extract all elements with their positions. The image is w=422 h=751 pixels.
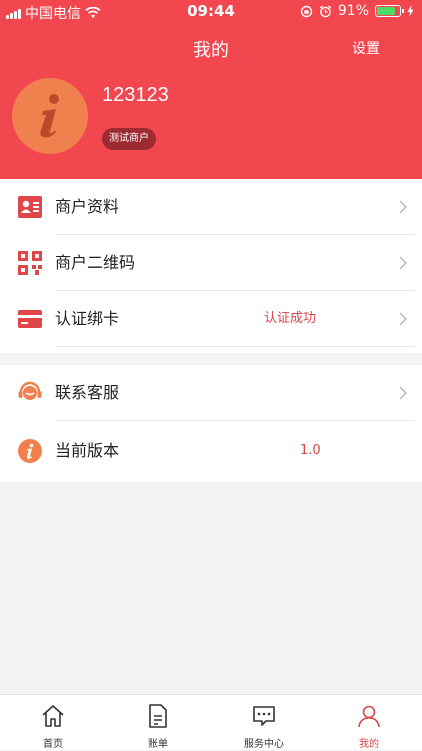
divider <box>55 346 415 347</box>
profile-header: 我的 设置 123123 测试商户 <box>0 24 422 179</box>
menu-label: 联系客服 <box>55 383 120 402</box>
menu-item-qr-code[interactable]: 商户二维码 <box>0 235 422 291</box>
battery-percent: 91% <box>337 3 369 19</box>
merchant-menu: 商户资料 商户二维码 认证绑卡 认证成功 <box>0 179 422 353</box>
chevron-right-icon <box>399 386 407 400</box>
menu-label: 商户二维码 <box>55 253 136 272</box>
username: 123123 <box>102 84 169 106</box>
bank-card-icon <box>18 310 42 328</box>
tab-label: 账单 <box>148 739 168 750</box>
tab-bill[interactable]: 账单 <box>123 695 193 751</box>
menu-label: 认证绑卡 <box>55 309 120 328</box>
chevron-right-icon <box>399 256 407 270</box>
avatar[interactable] <box>12 78 88 154</box>
tab-label: 服务中心 <box>244 739 284 750</box>
chevron-right-icon <box>399 312 407 326</box>
settings-button[interactable]: 设置 <box>352 38 380 58</box>
menu-item-bank-card[interactable]: 认证绑卡 认证成功 <box>0 291 422 347</box>
status-bar: 中国电信 09:44 91% <box>0 0 422 24</box>
chat-icon <box>253 706 275 726</box>
merchant-badge: 测试商户 <box>102 128 156 150</box>
tab-bar: 首页 账单 服务中心 我的 <box>0 694 422 750</box>
person-icon <box>358 705 380 728</box>
customer-service-icon <box>18 381 42 400</box>
info-icon <box>40 94 59 138</box>
tab-home[interactable]: 首页 <box>18 695 88 751</box>
divider <box>55 420 415 421</box>
tab-label: 首页 <box>43 739 63 750</box>
charging-icon <box>407 5 414 17</box>
tab-service-center[interactable]: 服务中心 <box>229 695 299 751</box>
status-right: 91% <box>300 3 414 19</box>
support-menu: 联系客服 当前版本 1.0 <box>0 365 422 482</box>
menu-item-version[interactable]: 当前版本 1.0 <box>0 423 422 479</box>
merchant-profile-icon <box>18 196 42 218</box>
battery-fill <box>377 7 396 15</box>
tab-label: 我的 <box>359 739 379 750</box>
bill-icon <box>149 704 167 728</box>
info-icon <box>18 439 42 463</box>
qr-code-icon <box>18 251 42 275</box>
menu-label: 当前版本 <box>55 441 120 460</box>
tab-mine[interactable]: 我的 <box>334 695 404 751</box>
menu-label: 商户资料 <box>55 197 120 216</box>
menu-item-merchant-profile[interactable]: 商户资料 <box>0 179 422 235</box>
alarm-icon <box>319 4 332 17</box>
battery-icon <box>375 5 404 17</box>
chevron-right-icon <box>399 200 407 214</box>
version-value: 1.0 <box>300 443 321 458</box>
menu-item-customer-service[interactable]: 联系客服 <box>0 365 422 421</box>
verification-status: 认证成功 <box>264 311 317 326</box>
home-icon <box>42 705 64 727</box>
rotation-lock-icon <box>300 5 313 17</box>
